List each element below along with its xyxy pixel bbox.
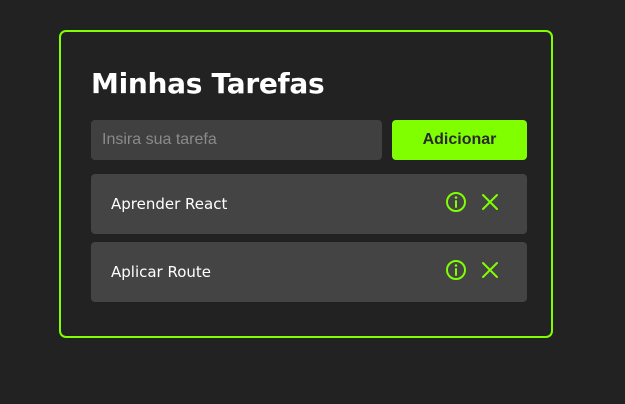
task-card: Minhas Tarefas Adicionar Aprender React …: [59, 30, 553, 338]
task-item: Aplicar Route: [91, 242, 527, 302]
close-icon[interactable]: [478, 190, 502, 214]
info-circle-icon[interactable]: [444, 258, 468, 282]
add-task-button[interactable]: Adicionar: [392, 120, 527, 160]
page-title: Minhas Tarefas: [91, 67, 325, 100]
task-label: Aplicar Route: [111, 263, 212, 281]
task-input[interactable]: [91, 120, 382, 160]
task-item: Aprender React: [91, 174, 527, 234]
close-icon[interactable]: [478, 258, 502, 282]
task-label: Aprender React: [111, 195, 228, 213]
info-circle-icon[interactable]: [444, 190, 468, 214]
